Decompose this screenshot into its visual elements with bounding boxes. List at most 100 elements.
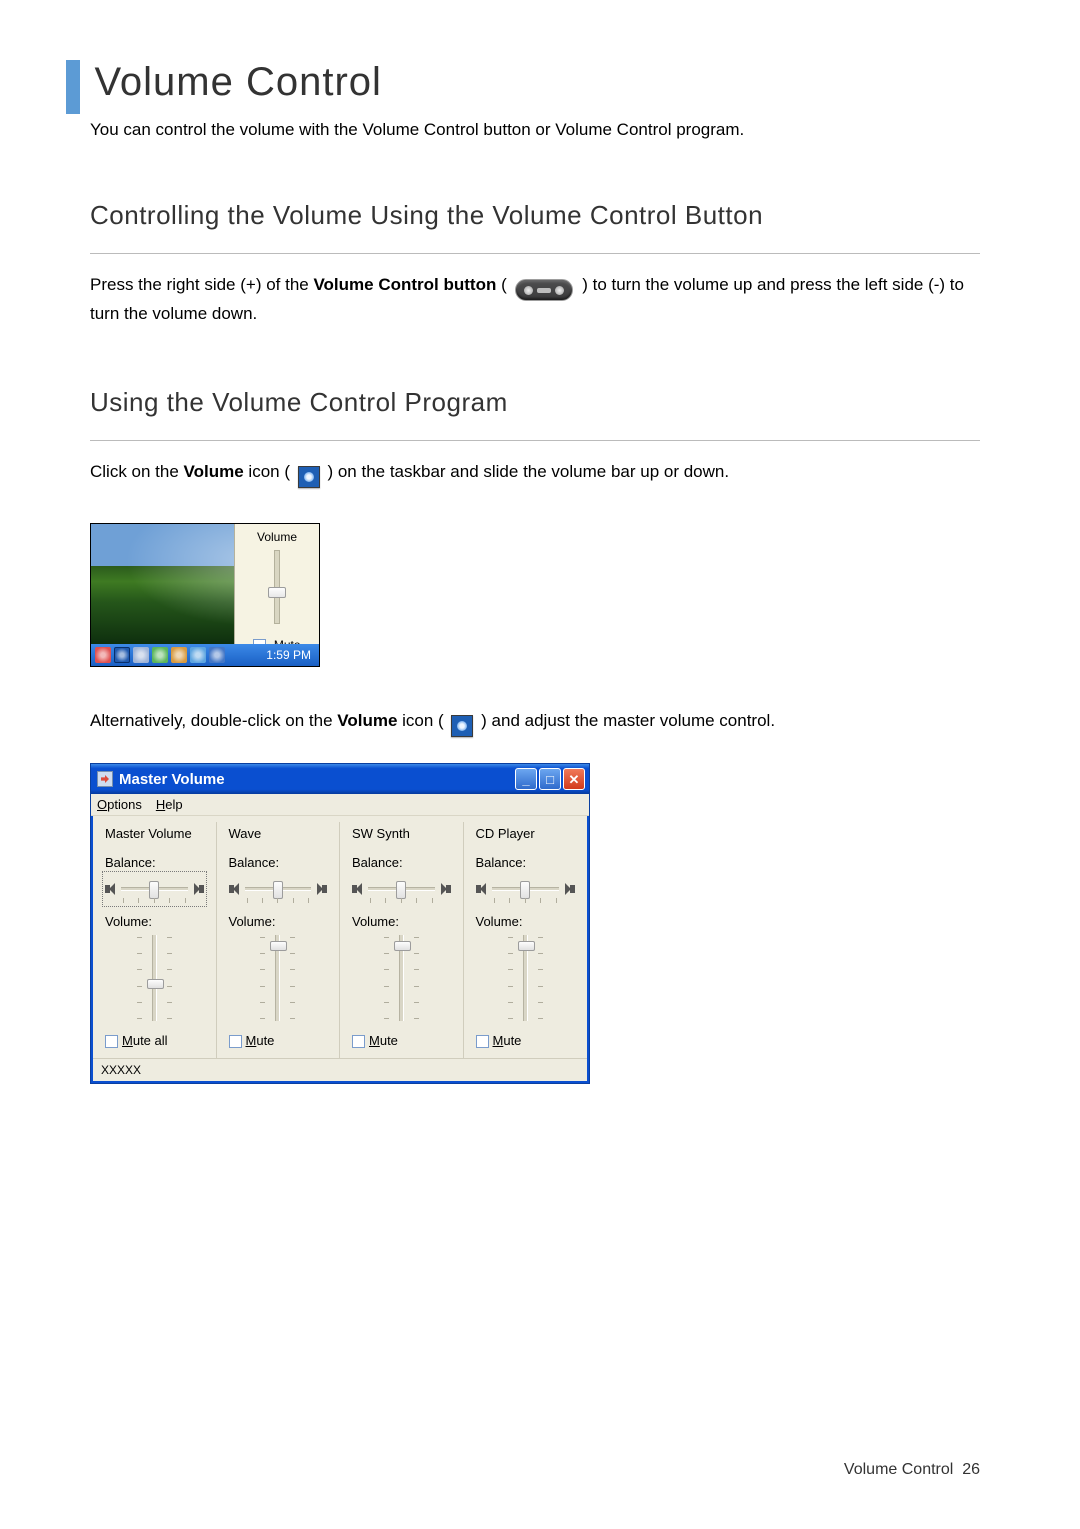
page-title: Volume Control xyxy=(94,60,381,104)
volume-rocker-icon xyxy=(515,279,573,301)
speaker-left-icon xyxy=(229,883,241,895)
volume-popup-slider[interactable] xyxy=(274,550,280,624)
channel-name: Master Volume xyxy=(105,826,204,841)
s1-paren-open: ( xyxy=(501,275,511,294)
intro-text: You can control the volume with the Volu… xyxy=(90,120,980,140)
balance-slider[interactable] xyxy=(105,874,204,904)
balance-track[interactable] xyxy=(368,887,435,891)
balance-thumb[interactable] xyxy=(273,881,283,899)
mute-label: Mute xyxy=(246,1033,275,1048)
mute-checkbox[interactable] xyxy=(229,1035,242,1048)
mute-checkbox[interactable] xyxy=(105,1035,118,1048)
tray-icon[interactable] xyxy=(152,647,168,663)
mixer-channel: Master Volume Balance: Volume: Mute all xyxy=(93,822,217,1058)
volume-slider[interactable] xyxy=(275,935,280,1021)
maximize-button[interactable]: □ xyxy=(539,768,561,790)
volume-thumb[interactable] xyxy=(147,979,164,989)
speaker-left-icon xyxy=(105,883,117,895)
mute-row: Mute xyxy=(352,1033,451,1048)
mute-checkbox[interactable] xyxy=(253,639,266,644)
balance-slider[interactable] xyxy=(476,874,576,904)
mixer-grid: Master Volume Balance: Volume: Mute all Wave… xyxy=(93,822,587,1058)
title-accent-bar xyxy=(66,60,80,114)
balance-thumb[interactable] xyxy=(396,881,406,899)
mute-row: Mute xyxy=(476,1033,576,1048)
mixer-channel: CD PlayerBalance:Volume:Mute xyxy=(464,822,588,1058)
s2l1-a: Click on the xyxy=(90,462,184,481)
volume-popup: Volume Mute xyxy=(234,524,319,644)
channel-name: Wave xyxy=(229,826,328,841)
volume-tray-icon xyxy=(298,466,320,488)
balance-label: Balance: xyxy=(476,855,576,870)
balance-slider[interactable] xyxy=(229,874,328,904)
balance-label: Balance: xyxy=(105,855,204,870)
mute-row: Mute xyxy=(229,1033,328,1048)
mute-row: Mute all xyxy=(105,1033,204,1048)
volume-slider[interactable] xyxy=(399,935,404,1021)
tray-volume-screenshot: Volume Mute 1:59 PM xyxy=(90,523,320,667)
speaker-left-icon xyxy=(476,883,488,895)
balance-slider[interactable] xyxy=(352,874,451,904)
mute-row: Mute xyxy=(235,638,319,644)
titlebar[interactable]: Master Volume _ □ ✕ xyxy=(91,764,589,794)
mute-label: Mute xyxy=(369,1033,398,1048)
balance-track[interactable] xyxy=(492,887,560,891)
volume-label: Volume: xyxy=(105,914,204,929)
speaker-right-icon xyxy=(439,883,451,895)
s2l2-c: ) and adjust the master volume control. xyxy=(481,711,775,730)
window-title: Master Volume xyxy=(119,771,225,788)
mute-checkbox[interactable] xyxy=(476,1035,489,1048)
s1-paren-close: ) xyxy=(582,275,592,294)
mute-label: Mute xyxy=(493,1033,522,1048)
section1-body: Press the right side (+) of the Volume C… xyxy=(90,272,980,328)
desktop-wallpaper: Volume Mute xyxy=(91,524,319,644)
tray-icon[interactable] xyxy=(171,647,187,663)
volume-thumb[interactable] xyxy=(394,941,411,951)
s2l2-a: Alternatively, double-click on the xyxy=(90,711,337,730)
section-divider-2 xyxy=(90,440,980,441)
s2l1-c: ) on the taskbar and slide the volume ba… xyxy=(327,462,729,481)
volume-popup-label: Volume xyxy=(235,524,319,548)
statusbar: XXXXX xyxy=(93,1058,587,1081)
volume-thumb[interactable] xyxy=(518,941,535,951)
balance-thumb[interactable] xyxy=(520,881,530,899)
tray-clock: 1:59 PM xyxy=(266,648,315,662)
volume-tray-icon xyxy=(451,715,473,737)
balance-label: Balance: xyxy=(352,855,451,870)
minimize-button[interactable]: _ xyxy=(515,768,537,790)
s1-bold: Volume Control button xyxy=(313,275,496,294)
volume-label: Volume: xyxy=(352,914,451,929)
section2-heading: Using the Volume Control Program xyxy=(90,387,980,418)
volume-slider[interactable] xyxy=(523,935,528,1021)
volume-slider[interactable] xyxy=(152,935,157,1021)
tray-icon[interactable] xyxy=(190,647,206,663)
balance-track[interactable] xyxy=(245,887,312,891)
maximize-icon: □ xyxy=(546,773,554,786)
menu-options[interactable]: Options xyxy=(97,797,142,812)
s2l1-bold: Volume xyxy=(184,462,244,481)
tray-icon[interactable] xyxy=(95,647,111,663)
volume-thumb[interactable] xyxy=(270,941,287,951)
tray-icon[interactable] xyxy=(209,647,225,663)
tray-icon[interactable] xyxy=(114,647,130,663)
balance-track[interactable] xyxy=(121,887,188,891)
channel-name: SW Synth xyxy=(352,826,451,841)
close-button[interactable]: ✕ xyxy=(563,768,585,790)
menu-help[interactable]: Help xyxy=(156,797,183,812)
section2-line1: Click on the Volume icon ( ) on the task… xyxy=(90,459,980,488)
speaker-left-icon xyxy=(352,883,364,895)
balance-thumb[interactable] xyxy=(149,881,159,899)
tray-icon[interactable] xyxy=(133,647,149,663)
section-divider xyxy=(90,253,980,254)
s2l1-b: icon ( xyxy=(248,462,294,481)
page-footer: Volume Control 26 xyxy=(844,1461,980,1479)
mute-checkbox[interactable] xyxy=(352,1035,365,1048)
menubar: Options Help xyxy=(91,794,589,816)
minimize-icon: _ xyxy=(522,773,529,786)
s1-pre: Press the right side (+) of the xyxy=(90,275,313,294)
volume-popup-thumb[interactable] xyxy=(268,587,286,598)
app-icon xyxy=(97,771,113,787)
balance-label: Balance: xyxy=(229,855,328,870)
speaker-right-icon xyxy=(563,883,575,895)
page-title-row: Volume Control xyxy=(66,60,980,114)
